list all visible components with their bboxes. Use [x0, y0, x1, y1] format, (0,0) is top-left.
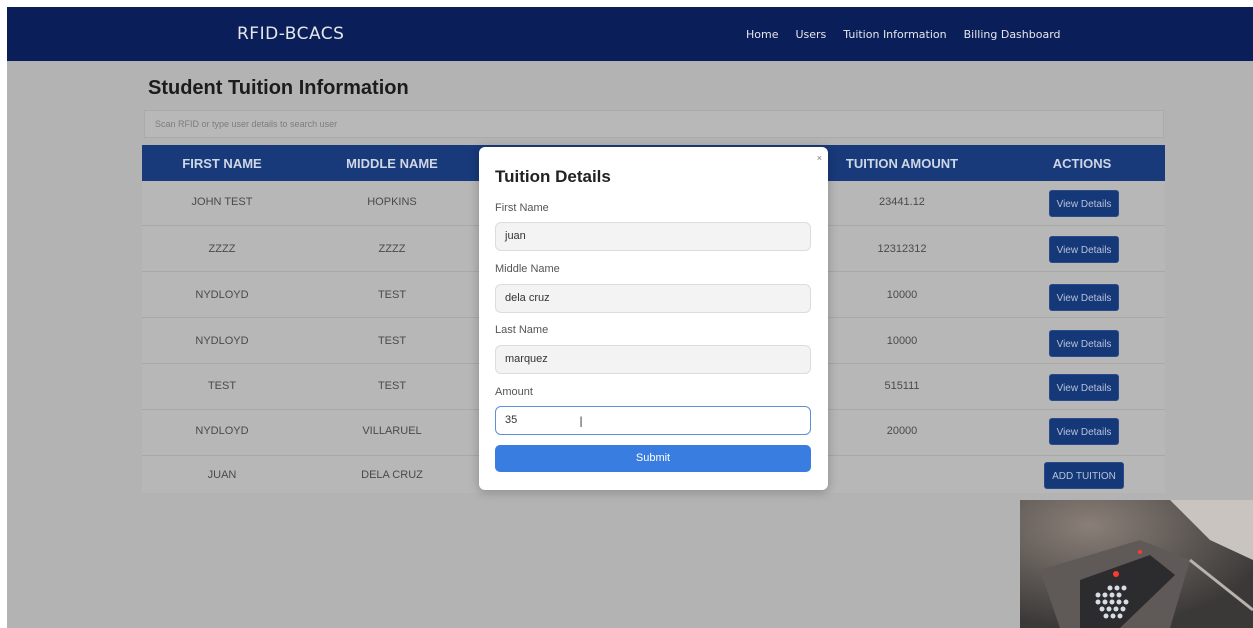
cell-middle-name: ZZZZ — [378, 243, 406, 255]
cell-amount: 515111 — [884, 380, 920, 392]
middle-name-field[interactable]: dela cruz — [495, 284, 811, 313]
window-edge — [0, 0, 7, 628]
nav-billing-dashboard[interactable]: Billing Dashboard — [964, 28, 1061, 41]
cell-first-name: NYDLOYD — [195, 335, 249, 347]
brand-logo-text[interactable]: RFID-BCACS — [237, 24, 344, 44]
page-title: Student Tuition Information — [148, 77, 409, 99]
nav-links: Home Users Tuition Information Billing D… — [746, 28, 1078, 41]
cell-amount: 10000 — [886, 289, 918, 301]
cell-middle-name: TEST — [377, 335, 407, 347]
cell-amount: 20000 — [886, 425, 918, 437]
last-name-label: Last Name — [495, 324, 549, 336]
nav-users[interactable]: Users — [795, 28, 826, 41]
nav-tuition-information[interactable]: Tuition Information — [843, 28, 946, 41]
cell-first-name: NYDLOYD — [195, 289, 249, 301]
cell-first-name: JOHN TEST — [191, 196, 253, 208]
header-actions: ACTIONS — [1052, 156, 1112, 171]
cell-first-name: NYDLOYD — [195, 425, 249, 437]
close-icon[interactable]: × — [817, 153, 822, 163]
header-first-name: FIRST NAME — [182, 156, 262, 171]
cell-middle-name: HOPKINS — [367, 196, 417, 208]
webcam-feed-image — [1020, 500, 1253, 628]
text-cursor-icon: I — [579, 415, 584, 431]
cell-amount: 10000 — [886, 335, 918, 347]
cell-middle-name: DELA CRUZ — [361, 469, 423, 481]
first-name-field[interactable]: juan — [495, 222, 811, 251]
page-backdrop: RFID-BCACS Home Users Tuition Informatio… — [7, 7, 1253, 628]
view-details-button[interactable]: View Details — [1049, 284, 1119, 311]
search-input[interactable]: Scan RFID or type user details to search… — [144, 110, 1164, 138]
view-details-button[interactable]: View Details — [1049, 330, 1119, 357]
view-details-button[interactable]: View Details — [1049, 374, 1119, 401]
cell-amount: 23441.12 — [879, 196, 925, 208]
cell-middle-name: VILLARUEL — [362, 425, 422, 437]
first-name-label: First Name — [495, 202, 549, 214]
nav-home[interactable]: Home — [746, 28, 778, 41]
cell-amount: 12312312 — [877, 243, 927, 255]
cell-first-name: ZZZZ — [208, 243, 236, 255]
cell-first-name: TEST — [207, 380, 237, 392]
cell-first-name: JUAN — [207, 469, 237, 481]
view-details-button[interactable]: View Details — [1049, 190, 1119, 217]
view-details-button[interactable]: View Details — [1049, 418, 1119, 445]
submit-button[interactable]: Submit — [495, 445, 811, 472]
amount-label: Amount — [495, 386, 533, 398]
cell-middle-name: TEST — [377, 289, 407, 301]
header-middle-name: MIDDLE NAME — [346, 156, 438, 171]
middle-name-label: Middle Name — [495, 263, 560, 275]
modal-title: Tuition Details — [495, 167, 611, 186]
search-placeholder: Scan RFID or type user details to search… — [155, 119, 338, 129]
amount-value: 35 — [505, 414, 518, 426]
navbar: RFID-BCACS Home Users Tuition Informatio… — [7, 7, 1253, 61]
add-tuition-button[interactable]: ADD TUITION — [1044, 462, 1124, 489]
cell-middle-name: TEST — [377, 380, 407, 392]
view-details-button[interactable]: View Details — [1049, 236, 1119, 263]
header-tuition-amount: TUITION AMOUNT — [845, 156, 959, 171]
webcam-overlay — [1020, 500, 1253, 628]
last-name-field[interactable]: marquez — [495, 345, 811, 374]
amount-field[interactable]: 35 I — [495, 406, 811, 435]
tuition-details-modal: × Tuition Details First Name juan Middle… — [479, 147, 828, 490]
